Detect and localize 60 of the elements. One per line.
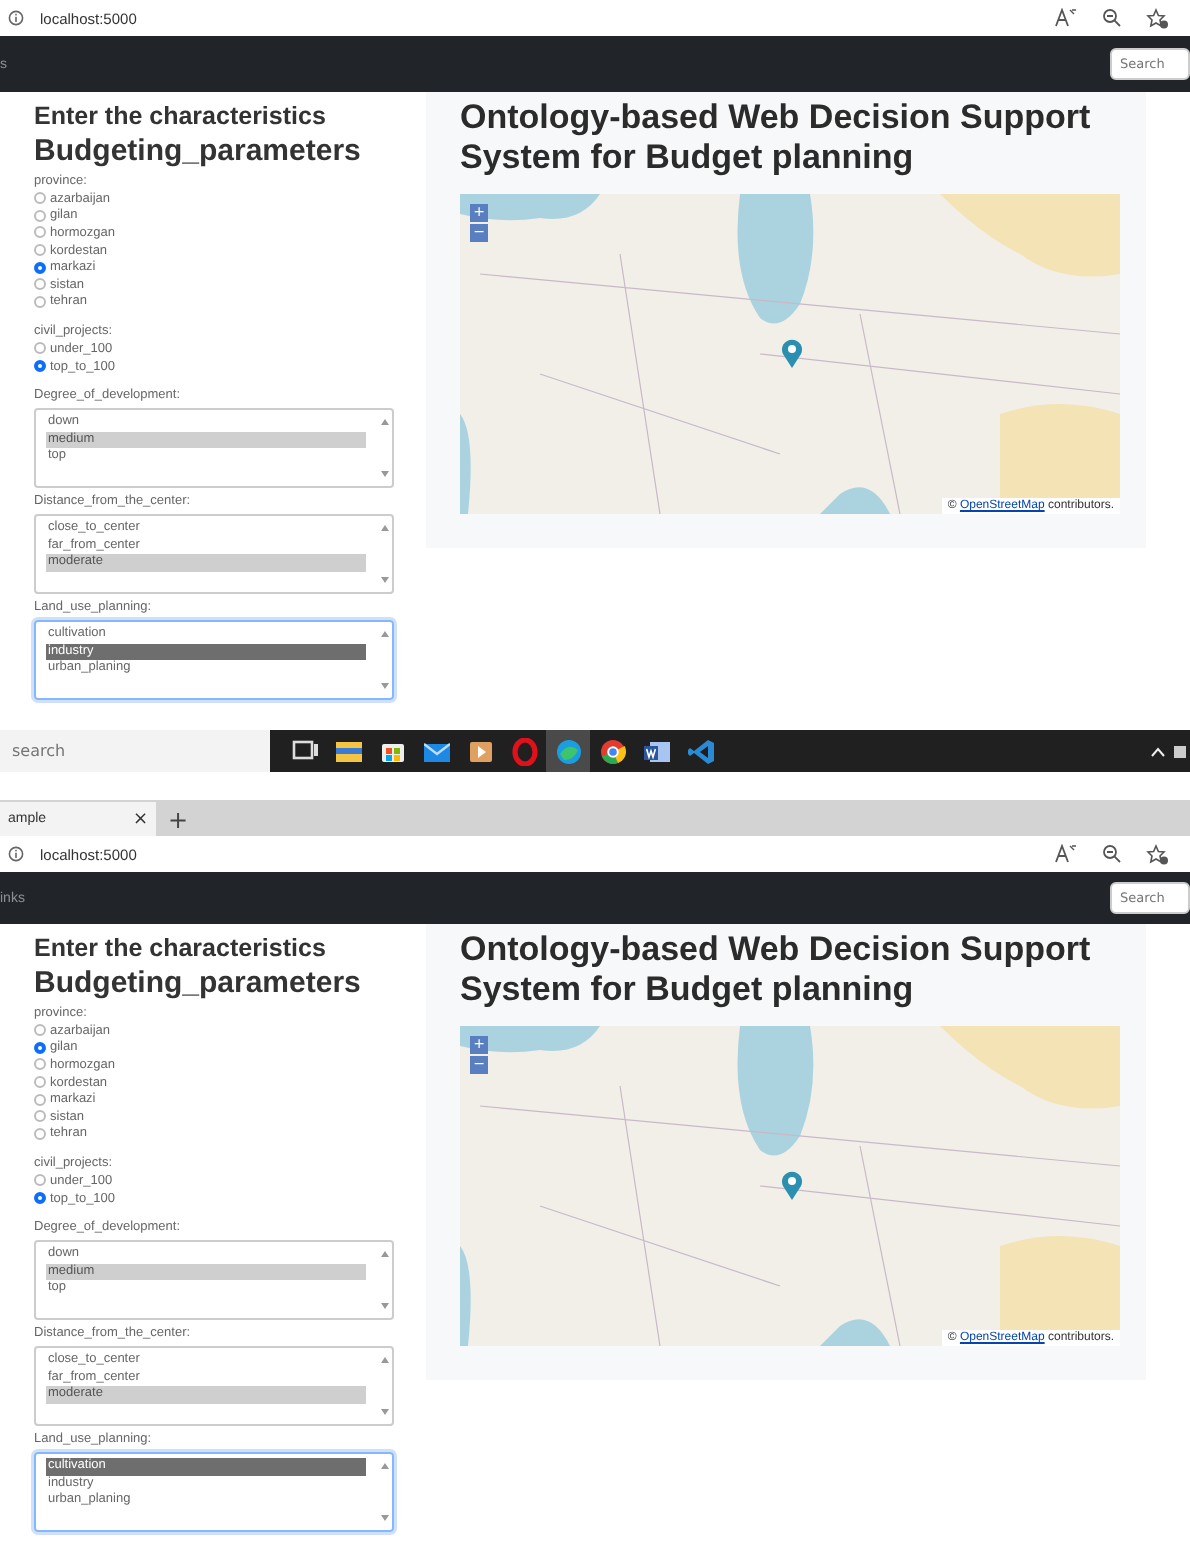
radio-button[interactable] xyxy=(34,1174,46,1187)
scroll-up-icon[interactable] xyxy=(379,1250,389,1259)
radio-button[interactable] xyxy=(34,209,46,222)
tray-icon[interactable] xyxy=(1174,743,1186,759)
task-view-icon xyxy=(291,737,317,765)
radio-button[interactable] xyxy=(34,261,46,274)
folder-icon xyxy=(335,737,361,765)
radio-button[interactable] xyxy=(34,1192,46,1205)
scroll-up-icon[interactable] xyxy=(379,1356,389,1365)
scroll-up-icon[interactable] xyxy=(379,524,389,533)
scroll-up-icon[interactable] xyxy=(379,418,389,427)
radio-button[interactable] xyxy=(34,1093,46,1106)
scroll-down-icon[interactable] xyxy=(379,1302,389,1311)
radio-button[interactable] xyxy=(34,1076,46,1089)
new-tab-button[interactable]: + xyxy=(156,806,201,834)
radio-button[interactable] xyxy=(34,295,46,308)
zoom-icon[interactable] xyxy=(1102,844,1122,864)
radio-button[interactable] xyxy=(34,244,46,257)
scroll-down-icon[interactable] xyxy=(379,1514,389,1523)
form-heading: Enter the characteristics xyxy=(34,100,328,132)
radio-button[interactable] xyxy=(34,1127,46,1140)
radio-button[interactable] xyxy=(34,192,46,205)
media-player-icon xyxy=(467,737,493,765)
radio-button[interactable] xyxy=(34,1024,46,1037)
radio-button[interactable] xyxy=(34,278,46,291)
page-title: Ontology-based Web Decision Support System for Budget planning xyxy=(460,930,1093,1010)
radio-button[interactable] xyxy=(34,342,46,355)
scroll-up-icon[interactable] xyxy=(379,630,389,639)
star-plus-icon[interactable] xyxy=(1146,843,1170,865)
page-title: Ontology-based Web Decision Support System for Budget planning xyxy=(460,98,1093,178)
radio-button[interactable] xyxy=(34,1058,46,1071)
map-pin-icon xyxy=(780,338,804,370)
radio-button[interactable] xyxy=(34,226,46,239)
read-aloud-icon[interactable] xyxy=(1054,8,1078,28)
close-tab-button[interactable]: × xyxy=(124,809,156,829)
code-editor-icon xyxy=(687,737,713,765)
map-pin-icon xyxy=(780,1170,804,1202)
chevron-up-icon[interactable] xyxy=(1150,745,1166,757)
scroll-down-icon[interactable] xyxy=(379,1408,389,1417)
info-icon xyxy=(8,10,24,26)
scroll-down-icon[interactable] xyxy=(379,576,389,585)
info-icon xyxy=(8,846,24,862)
taskbar-search-field[interactable]: search xyxy=(0,730,270,772)
scroll-down-icon[interactable] xyxy=(379,682,389,691)
star-plus-icon[interactable] xyxy=(1146,7,1170,29)
wave-globe-icon xyxy=(555,737,581,765)
form-title: Budgeting_parameters xyxy=(34,964,363,1004)
read-aloud-icon[interactable] xyxy=(1054,844,1078,864)
form-title: Budgeting_parameters xyxy=(34,132,363,172)
scroll-down-icon[interactable] xyxy=(379,470,389,479)
round-browser-icon xyxy=(599,737,625,765)
radio-button[interactable] xyxy=(34,1041,46,1054)
scroll-up-icon[interactable] xyxy=(379,1462,389,1471)
radio-button[interactable] xyxy=(34,360,46,373)
envelope-icon xyxy=(423,737,449,765)
radio-button[interactable] xyxy=(34,1110,46,1123)
zoom-icon[interactable] xyxy=(1102,8,1122,28)
w-document-icon xyxy=(643,737,669,765)
ring-o-icon xyxy=(511,737,537,765)
form-heading: Enter the characteristics xyxy=(34,932,328,964)
